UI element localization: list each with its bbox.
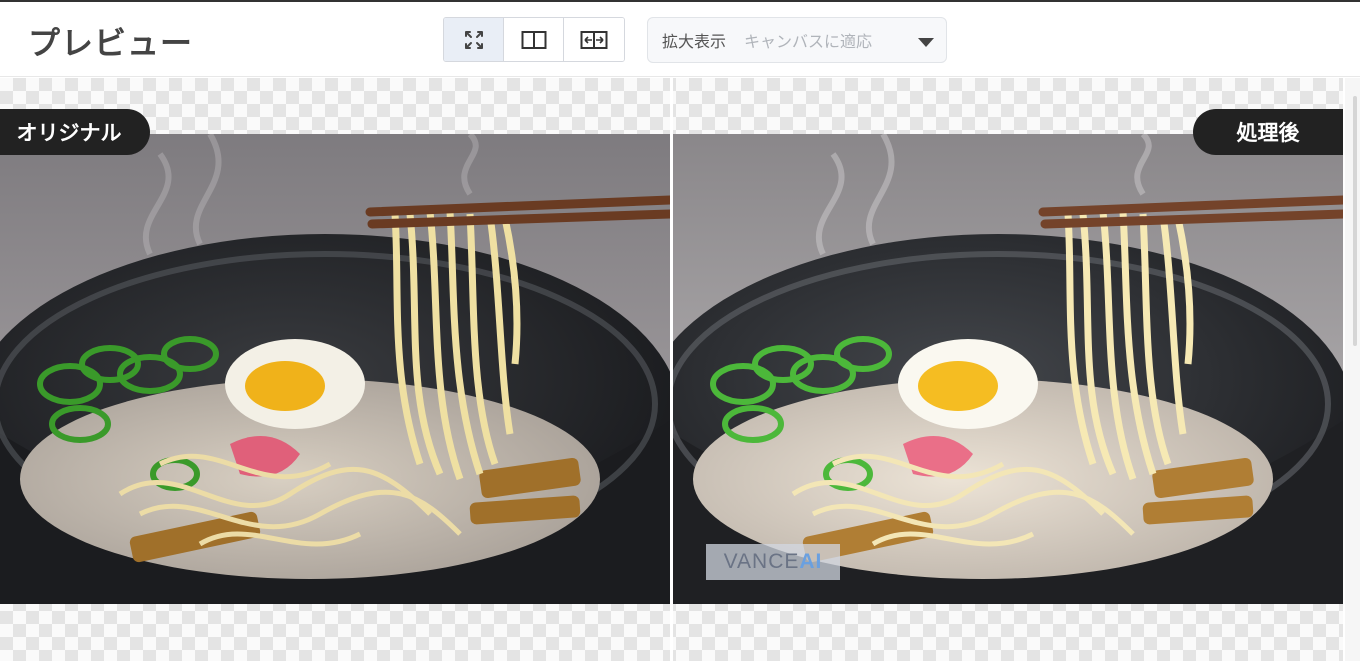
chevron-down-icon <box>918 38 934 47</box>
zoom-value: キャンバスに適応 <box>744 32 873 51</box>
ramen-photo-processed <box>673 134 1343 604</box>
vanceai-watermark: VANCE AI <box>706 544 840 580</box>
zoom-label: 拡大表示 <box>662 32 727 51</box>
fullscreen-icon <box>464 30 483 49</box>
watermark-main: VANCE <box>723 550 800 573</box>
processed-image: VANCE AI <box>673 134 1343 604</box>
split-view-button[interactable] <box>504 18 564 61</box>
fit-screen-button[interactable] <box>444 18 504 61</box>
ramen-photo-original <box>0 134 670 604</box>
processed-label: 処理後 <box>1193 109 1343 155</box>
original-label: オリジナル <box>0 109 150 155</box>
zoom-select[interactable]: 拡大表示 キャンバスに適応 <box>647 17 947 63</box>
view-mode-toggle <box>443 17 625 62</box>
preview-header: プレビュー 拡大表示 キャンバスに適応 <box>0 2 1360 77</box>
page-title: プレビュー <box>28 24 194 62</box>
original-image <box>0 134 670 604</box>
watermark-ai: AI <box>799 550 823 573</box>
compare-slider-icon <box>580 30 608 49</box>
scrollbar-thumb[interactable] <box>1353 96 1357 346</box>
split-view-icon <box>521 30 546 49</box>
compare-slider-button[interactable] <box>564 18 624 61</box>
